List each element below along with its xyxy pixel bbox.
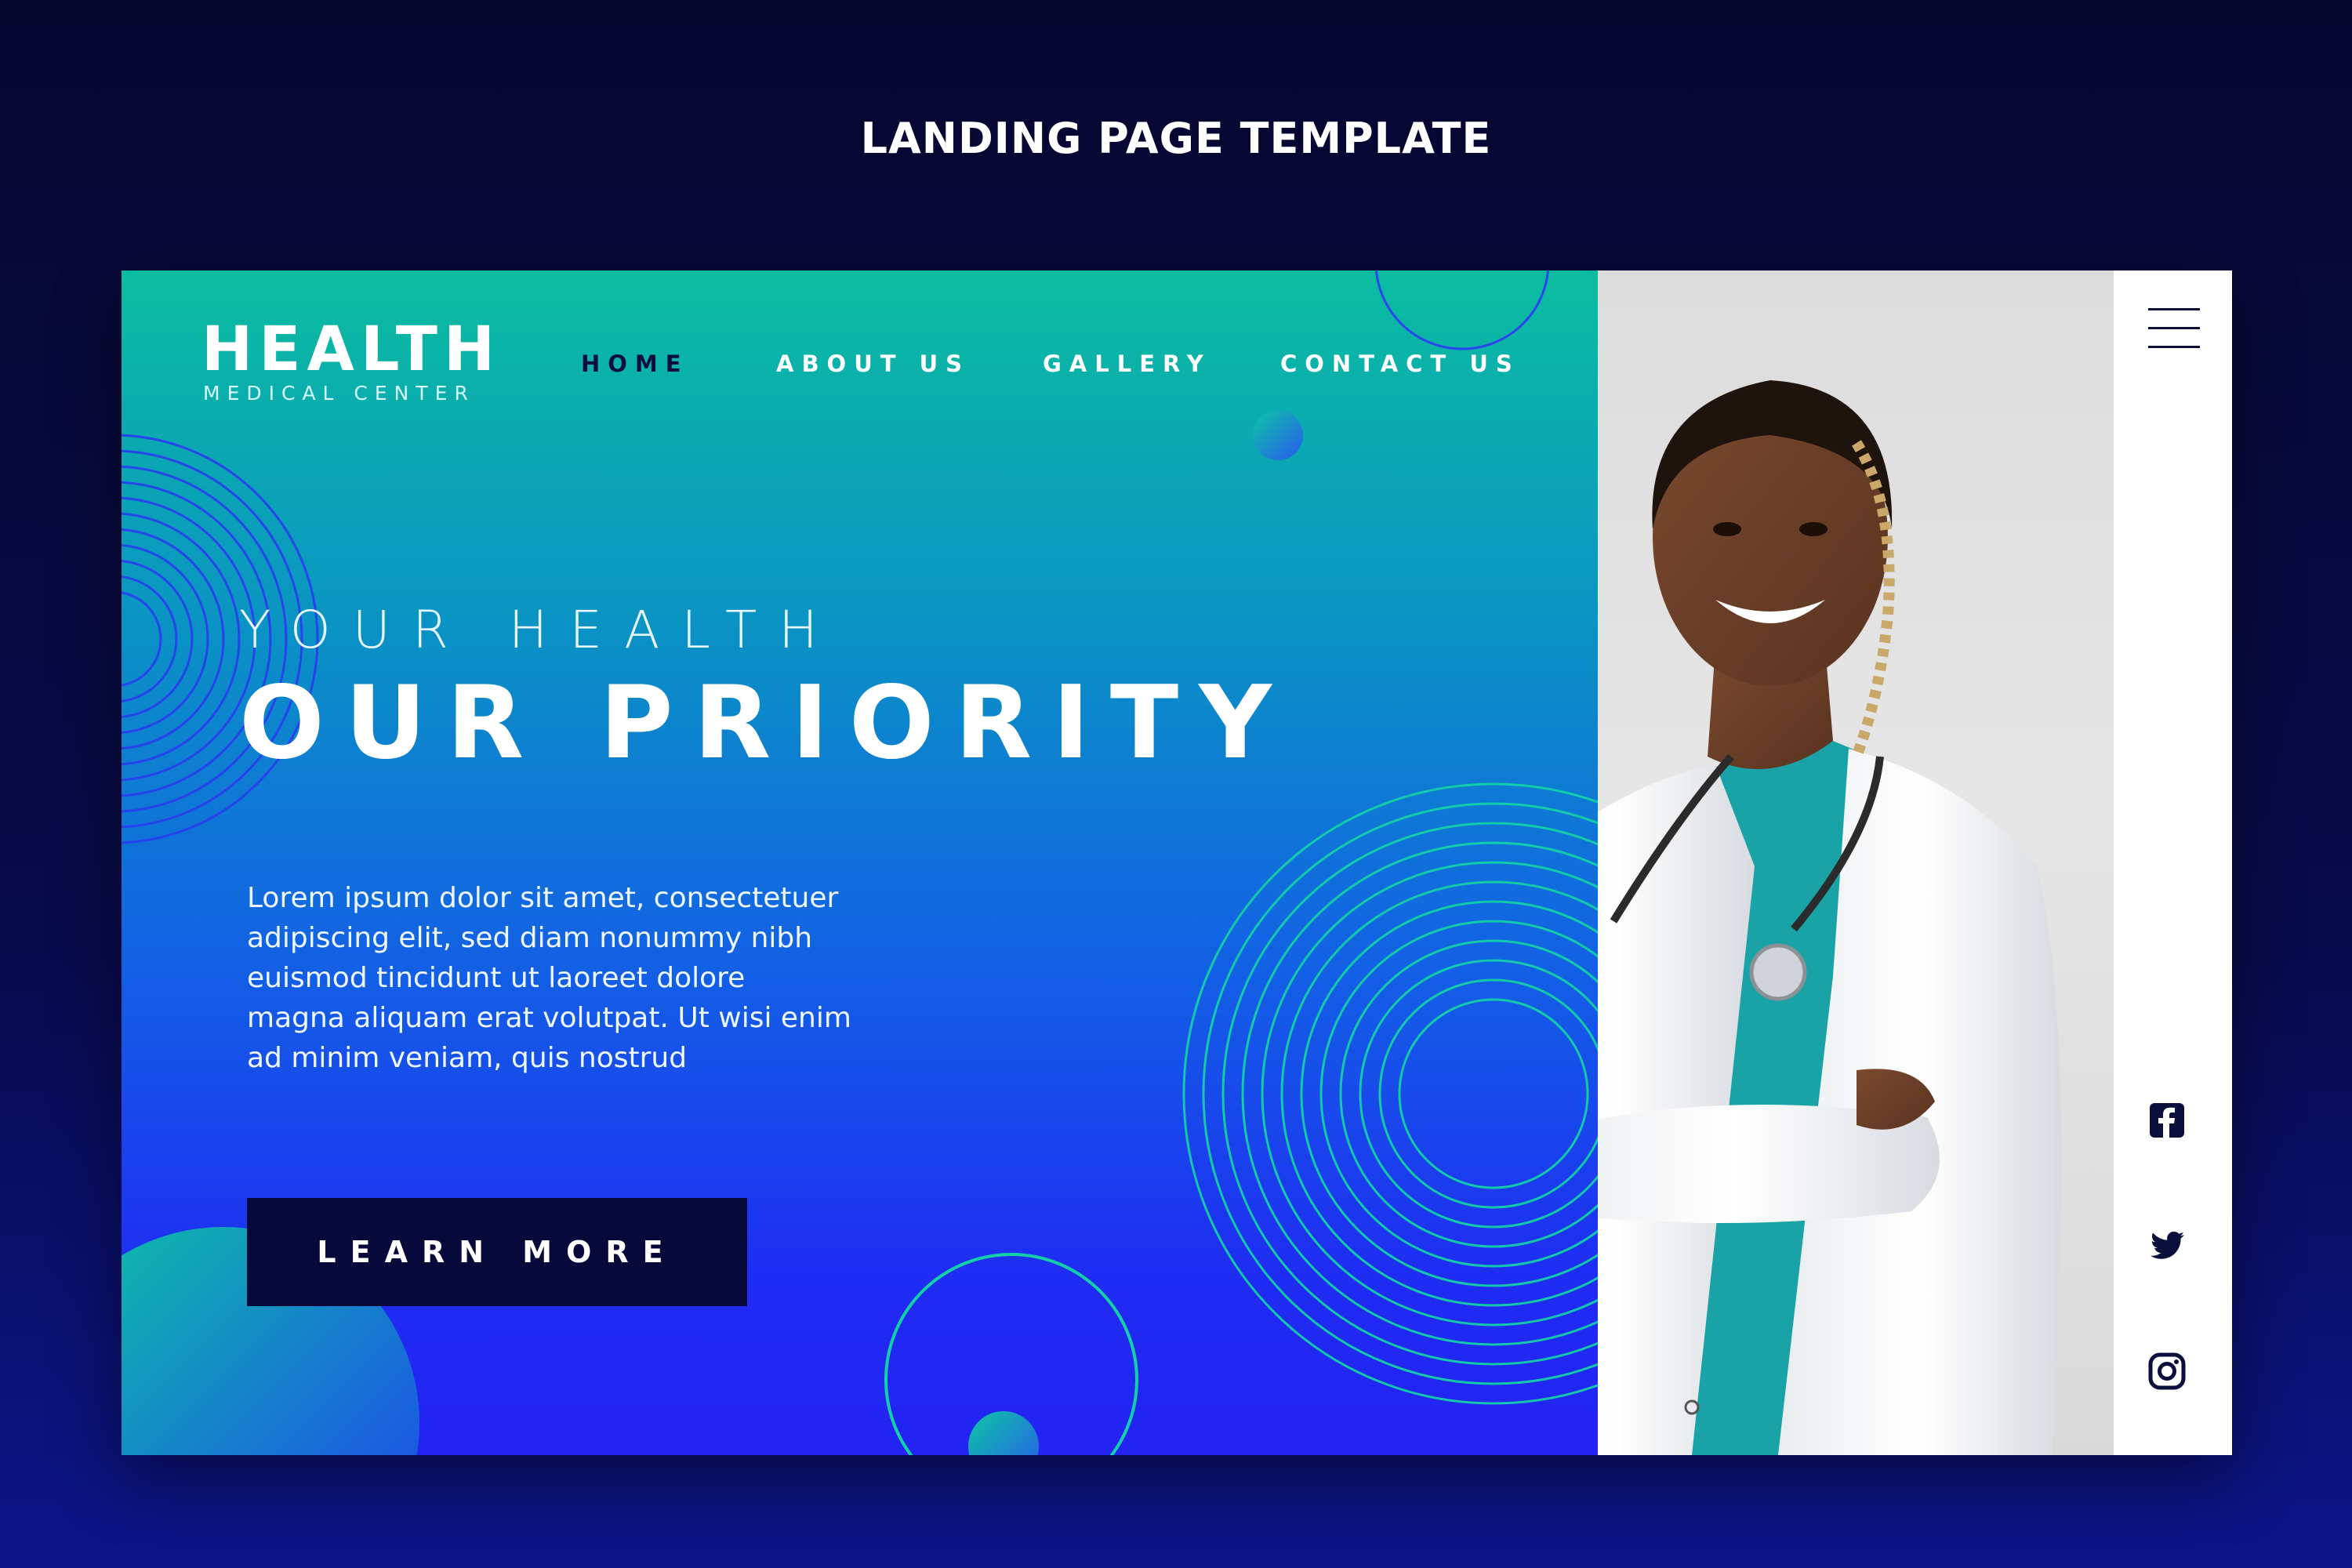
nav-home[interactable]: HOME [581, 350, 689, 377]
hero-section: HEALTH MEDICAL CENTER HOME ABOUT US GALL… [122, 270, 1721, 1455]
body-line: magna aliquam erat volutpat. Ut wisi eni… [247, 1002, 851, 1034]
nav-about-us[interactable]: ABOUT US [776, 350, 970, 377]
landing-page-mockup: HEALTH MEDICAL CENTER HOME ABOUT US GALL… [122, 270, 2232, 1455]
doctor-photo [1598, 270, 2114, 1455]
brand-logo-subtitle: MEDICAL CENTER [203, 382, 475, 405]
body-line: adipiscing elit, sed diam nonummy nibh [247, 922, 813, 954]
hero-body-text: Lorem ipsum dolor sit amet, consectetuer… [247, 878, 937, 1078]
nav-gallery[interactable]: GALLERY [1043, 350, 1211, 377]
facebook-icon[interactable] [2147, 1100, 2187, 1141]
body-line: euismod tincidunt ut laoreet dolore [247, 962, 746, 994]
body-line: ad minim veniam, quis nostrud [247, 1042, 688, 1074]
page-title: LANDING PAGE TEMPLATE [860, 114, 1492, 163]
nav-contact-us[interactable]: CONTACT US [1280, 350, 1520, 377]
hero-headline: OUR PRIORITY [239, 665, 1292, 782]
doctor-illustration [1598, 380, 2062, 1455]
twitter-icon[interactable] [2147, 1225, 2187, 1266]
hero-kicker: YOUR HEALTH [239, 600, 840, 660]
body-line: Lorem ipsum dolor sit amet, consectetuer [247, 882, 839, 914]
side-panel [2114, 270, 2232, 1455]
learn-more-button[interactable]: LEARN MORE [247, 1198, 747, 1306]
brand-logo-title[interactable]: HEALTH [201, 319, 501, 380]
instagram-icon[interactable] [2147, 1351, 2187, 1392]
hamburger-menu-icon[interactable] [2148, 308, 2200, 349]
